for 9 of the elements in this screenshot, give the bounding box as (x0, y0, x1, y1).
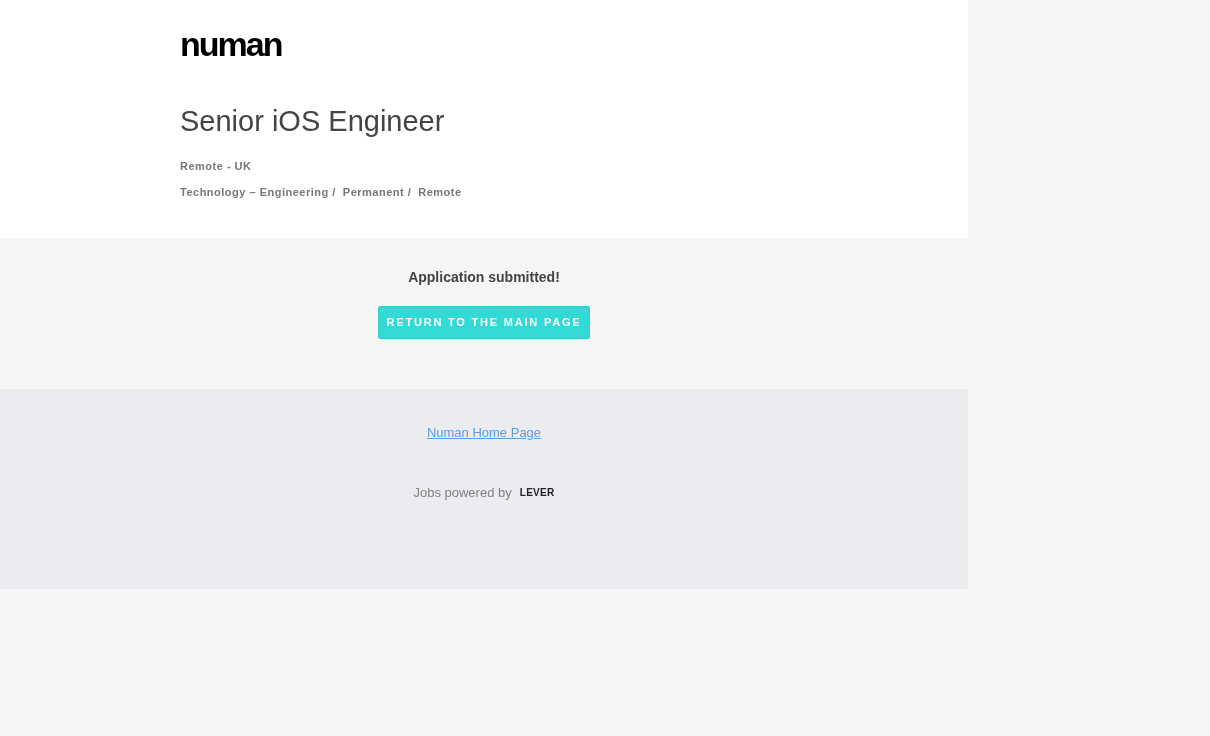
confirmation-message: Application submitted! (408, 268, 560, 286)
job-title: Senior iOS Engineer (180, 104, 446, 139)
job-category: Remote (418, 184, 462, 200)
job-category: Technology – Engineering / (180, 184, 336, 200)
powered-by-text: Jobs powered by (413, 483, 512, 502)
job-category: Permanent / (342, 184, 412, 200)
logo[interactable]: numan (180, 26, 282, 62)
lever-logo[interactable]: LEVER (519, 484, 555, 500)
job-location: Remote - UK (180, 159, 253, 174)
